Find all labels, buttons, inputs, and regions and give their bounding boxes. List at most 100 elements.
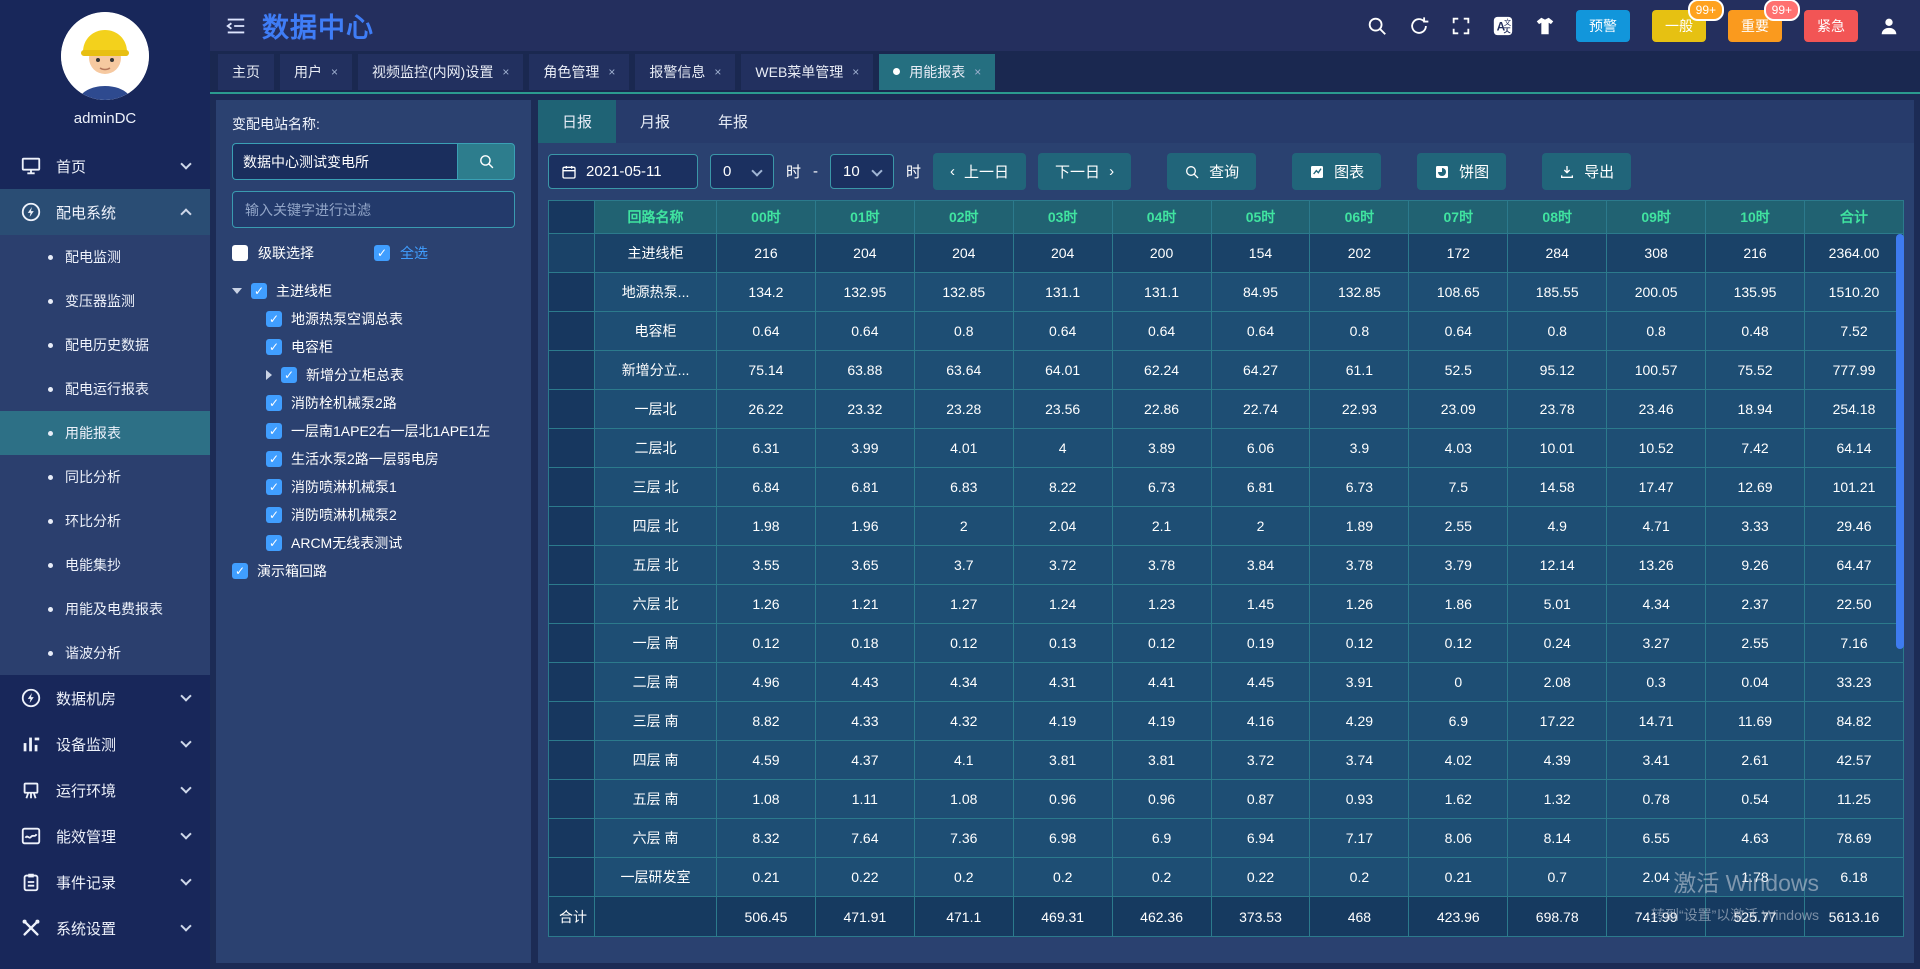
tab-users[interactable]: 用户× (280, 54, 352, 90)
tree-node[interactable]: ✓地源热泵空调总表 (232, 305, 515, 333)
tree-checkbox[interactable]: ✓ (232, 563, 248, 579)
sidebar-item-energy-fee-report[interactable]: 用能及电费报表 (0, 587, 210, 631)
query-button[interactable]: 查询 (1167, 153, 1256, 190)
sidebar-item-transformer-monitor[interactable]: 变压器监测 (0, 279, 210, 323)
tab-video-settings[interactable]: 视频监控(内网)设置× (358, 54, 523, 90)
tree-node[interactable]: ✓演示箱回路 (232, 557, 515, 585)
alarm-badges: 预警一般99+ 重要99+ 紧急 (1576, 10, 1858, 42)
tab-web-menu[interactable]: WEB菜单管理× (741, 54, 873, 90)
sidebar-item-power-distribution[interactable]: 配电系统 (0, 189, 210, 235)
fullscreen-icon[interactable] (1450, 15, 1472, 37)
next-day-button[interactable]: 下一日 › (1038, 153, 1131, 190)
tree-checkbox[interactable]: ✓ (266, 339, 282, 355)
expand-arrow-icon[interactable] (232, 288, 242, 294)
hour-from-select[interactable]: 0 (710, 154, 774, 189)
theme-shirt-icon[interactable] (1534, 15, 1556, 37)
close-icon[interactable]: × (608, 65, 615, 79)
tab-alarm-info[interactable]: 报警信息× (635, 54, 735, 90)
refresh-icon[interactable] (1408, 15, 1430, 37)
pie-button[interactable]: 饼图 (1417, 153, 1506, 190)
tree-node[interactable]: ✓消防喷淋机械泵2 (232, 501, 515, 529)
value-cell: 0.96 (1112, 780, 1211, 819)
tree-checkbox[interactable]: ✓ (266, 423, 282, 439)
export-button[interactable]: 导出 (1542, 153, 1631, 190)
vertical-scrollbar-thumb[interactable] (1896, 234, 1904, 649)
close-icon[interactable]: × (852, 65, 859, 79)
chevron-down-icon (180, 828, 191, 839)
close-icon[interactable]: × (714, 65, 721, 79)
tree-node[interactable]: ✓ ARCM无线表测试 (232, 529, 515, 557)
tab-home[interactable]: 主页 (218, 54, 274, 90)
value-cell: 1.86 (1409, 585, 1508, 624)
sidebar-item-energy-mgmt[interactable]: 能效管理 (0, 813, 210, 859)
tree-checkbox[interactable]: ✓ (281, 367, 297, 383)
value-cell: 6.9 (1409, 702, 1508, 741)
sidebar-item-meter-reading[interactable]: 电能集抄 (0, 543, 210, 587)
alarm-badge-general[interactable]: 一般99+ (1652, 10, 1706, 42)
value-cell: 10.52 (1607, 429, 1706, 468)
close-icon[interactable]: × (502, 65, 509, 79)
tab-role-mgmt[interactable]: 角色管理× (529, 54, 629, 90)
value-cell: 2.1 (1112, 507, 1211, 546)
sidebar-item-runtime-env[interactable]: 运行环境 (0, 767, 210, 813)
chart-button[interactable]: 图表 (1292, 153, 1381, 190)
station-search-button[interactable] (457, 143, 515, 180)
tree-checkbox[interactable]: ✓ (266, 535, 282, 551)
date-picker[interactable]: 2021-05-11 (548, 154, 698, 189)
sidebar-item-home[interactable]: 首页 (0, 143, 210, 189)
report-tab-daily[interactable]: 日报 (538, 100, 616, 143)
alarm-badge-important[interactable]: 重要99+ (1728, 10, 1782, 42)
sidebar-item-event-log[interactable]: 事件记录 (0, 859, 210, 905)
sidebar-item-energy-report[interactable]: 用能报表 (0, 411, 210, 455)
sidebar-item-pd-run-report[interactable]: 配电运行报表 (0, 367, 210, 411)
hour-to-select[interactable]: 10 (830, 154, 894, 189)
sidebar-item-harmonic-analysis[interactable]: 谐波分析 (0, 631, 210, 675)
collapse-arrow-icon[interactable] (266, 370, 272, 380)
close-icon[interactable]: × (974, 65, 981, 79)
tree-node[interactable]: ✓消防栓机械泵2路 (232, 389, 515, 417)
sidebar-item-yoy-analysis[interactable]: 同比分析 (0, 455, 210, 499)
keyword-filter-input[interactable] (232, 191, 515, 228)
value-cell: 5.01 (1508, 585, 1607, 624)
tree-node[interactable]: ✓生活水泵2路一层弱电房 (232, 445, 515, 473)
search-icon[interactable] (1366, 15, 1388, 37)
avatar[interactable]: adminDC (0, 0, 210, 143)
value-cell: 6.73 (1112, 468, 1211, 507)
report-tab-yearly[interactable]: 年报 (694, 100, 772, 143)
user-icon[interactable] (1878, 15, 1900, 37)
value-cell: 3.72 (1013, 546, 1112, 585)
close-icon[interactable]: × (331, 65, 338, 79)
report-tab-monthly[interactable]: 月报 (616, 100, 694, 143)
tree-node[interactable]: ✓消防喷淋机械泵1 (232, 473, 515, 501)
cascade-label: 级联选择 (258, 243, 314, 263)
station-name-input[interactable] (232, 143, 457, 180)
collapse-menu-icon[interactable] (224, 15, 248, 37)
tree-node[interactable]: ✓主进线柜 (232, 277, 515, 305)
tree-node[interactable]: ✓一层南1APE2右一层北1APE1左 (232, 417, 515, 445)
tree-checkbox[interactable]: ✓ (266, 507, 282, 523)
tree-checkbox[interactable]: ✓ (251, 283, 267, 299)
sidebar-item-pd-history[interactable]: 配电历史数据 (0, 323, 210, 367)
alarm-badge-urgent[interactable]: 紧急 (1804, 10, 1858, 42)
sidebar-item-data-room[interactable]: 数据机房 (0, 675, 210, 721)
tree-checkbox[interactable]: ✓ (266, 451, 282, 467)
tree-node[interactable]: ✓新增分立柜总表 (232, 361, 515, 389)
translate-icon[interactable]: A文 (1492, 15, 1514, 37)
sidebar-item-pd-monitor[interactable]: 配电监测 (0, 235, 210, 279)
sidebar-item-system-settings[interactable]: 系统设置 (0, 905, 210, 951)
value-cell: 8.32 (717, 819, 816, 858)
sidebar-item-mom-analysis[interactable]: 环比分析 (0, 499, 210, 543)
alarm-badge-warning[interactable]: 预警 (1576, 10, 1630, 42)
tree-node[interactable]: ✓电容柜 (232, 333, 515, 361)
sidebar-item-device-monitor[interactable]: 设备监测 (0, 721, 210, 767)
tree-checkbox[interactable]: ✓ (266, 311, 282, 327)
value-cell: 0.2 (914, 858, 1013, 897)
tab-energy-report[interactable]: 用能报表× (879, 54, 995, 90)
tree-checkbox[interactable]: ✓ (266, 479, 282, 495)
tree-node-label: ARCM无线表测试 (291, 533, 402, 553)
select-all-checkbox[interactable]: ✓ (374, 245, 390, 261)
cascade-checkbox[interactable] (232, 245, 248, 261)
prev-day-button[interactable]: ‹ 上一日 (933, 153, 1026, 190)
select-all-label[interactable]: 全选 (400, 243, 428, 263)
tree-checkbox[interactable]: ✓ (266, 395, 282, 411)
